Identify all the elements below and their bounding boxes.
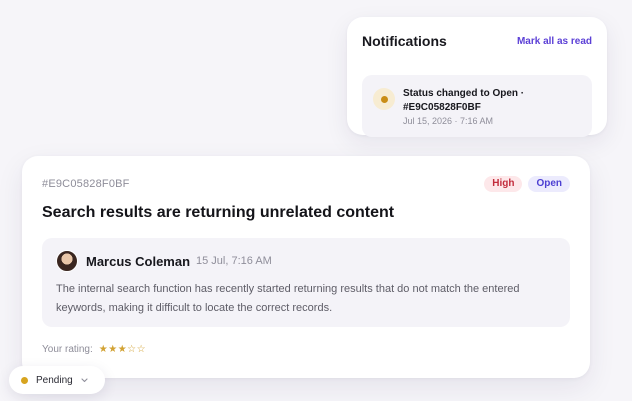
chevron-down-icon bbox=[81, 376, 89, 384]
priority-badge: High bbox=[484, 176, 523, 192]
notification-dot-icon bbox=[373, 88, 395, 110]
notifications-title: Notifications bbox=[362, 33, 447, 49]
comment-box: Marcus Coleman 15 Jul, 7:16 AM The inter… bbox=[42, 238, 570, 327]
rating-label: Your rating: bbox=[42, 344, 93, 355]
status-dot-icon bbox=[21, 376, 28, 384]
ticket-title: Search results are returning unrelated c… bbox=[42, 204, 395, 221]
rating-row: Your rating: ★★★☆☆ bbox=[42, 344, 146, 355]
status-dropdown[interactable]: Pending bbox=[9, 366, 105, 394]
status-badge: Open bbox=[528, 176, 570, 192]
notification-time: Jul 15, 2026 · 7:16 AM bbox=[403, 116, 494, 126]
mark-all-read-button[interactable]: Mark all as read bbox=[517, 36, 592, 47]
rating-stars-icon[interactable]: ★★★☆☆ bbox=[99, 344, 146, 355]
notification-text: Status changed to Open · #E9C05828F0BF bbox=[403, 88, 525, 113]
notification-item[interactable]: Status changed to Open · #E9C05828F0BF J… bbox=[362, 75, 592, 137]
comment-time: 15 Jul, 7:16 AM bbox=[196, 255, 272, 267]
ticket-id: #E9C05828F0BF bbox=[42, 178, 130, 190]
comment-text: The internal search function has recentl… bbox=[56, 283, 520, 314]
status-dropdown-label: Pending bbox=[36, 374, 73, 386]
notifications-header: Notifications Mark all as read bbox=[362, 33, 592, 49]
ticket-card: #E9C05828F0BF High Open Search results a… bbox=[22, 156, 590, 378]
comment-author: Marcus Coleman bbox=[86, 254, 191, 269]
notifications-panel: Notifications Mark all as read Status ch… bbox=[347, 17, 607, 137]
avatar bbox=[56, 250, 78, 272]
ticket-badges: High Open bbox=[484, 176, 570, 192]
